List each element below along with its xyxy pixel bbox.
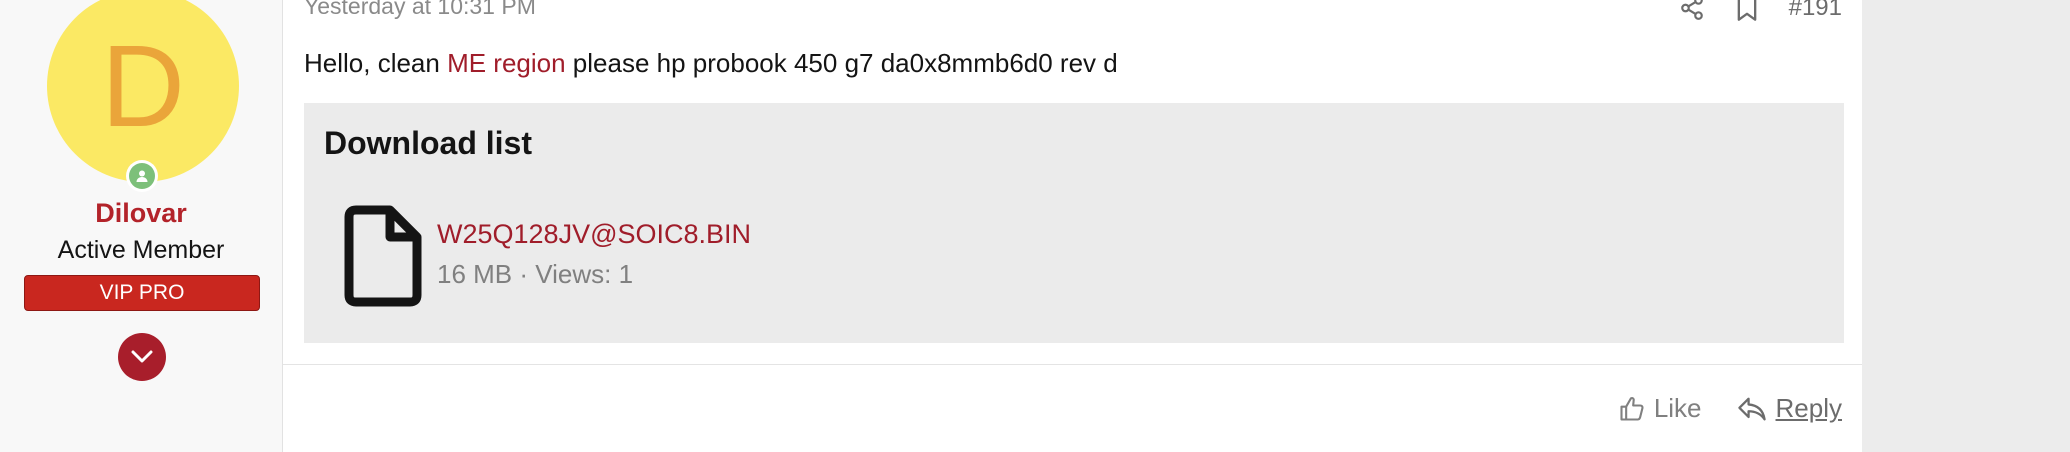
- download-list-title: Download list: [324, 125, 532, 161]
- avatar[interactable]: D: [47, 0, 239, 182]
- user-banner: VIP PRO: [24, 275, 260, 311]
- user-info-panel: D Dilovar Active Member VIP PRO: [0, 0, 283, 452]
- reply-label: Reply: [1775, 393, 1842, 423]
- message-text-end: please hp probook 450 g7 da0x8mmb6d0 rev…: [565, 48, 1118, 78]
- message-post: D Dilovar Active Member VIP PRO Yesterda…: [0, 0, 1862, 452]
- avatar-letter: D: [101, 21, 185, 151]
- reply-button[interactable]: Reply: [1736, 393, 1842, 424]
- file-name-link[interactable]: W25Q128JV@SOIC8.BIN: [437, 219, 751, 250]
- file-icon[interactable]: [344, 205, 422, 307]
- reply-icon: [1737, 397, 1766, 420]
- post-meta-actions: #191: [1679, 0, 1842, 22]
- post-date[interactable]: Yesterday at 10:31 PM: [304, 0, 536, 20]
- message-text-start: Hello, clean: [304, 48, 448, 78]
- download-list: Download list W25Q128JV@SOIC8.BIN 16 MB …: [304, 103, 1844, 343]
- thumbs-up-icon: [1620, 396, 1644, 421]
- expand-user-info-button[interactable]: [118, 333, 166, 381]
- share-icon[interactable]: [1679, 0, 1705, 21]
- post-number-link[interactable]: #191: [1789, 0, 1842, 22]
- like-label: Like: [1653, 393, 1702, 423]
- chevron-down-icon: [131, 350, 153, 363]
- message-link[interactable]: ME region: [447, 48, 566, 78]
- post-footer-actions: Like Reply: [1618, 393, 1842, 424]
- file-meta: 16 MB · Views: 1: [437, 259, 634, 289]
- online-status-icon: [126, 160, 158, 192]
- post-footer-divider: [283, 364, 1862, 365]
- user-title: Active Member: [57, 236, 225, 264]
- username-link[interactable]: Dilovar: [0, 198, 282, 229]
- post-message: Hello, clean ME region please hp probook…: [304, 48, 1118, 79]
- like-button[interactable]: Like: [1618, 393, 1702, 424]
- page-background: [1862, 0, 2070, 452]
- bookmark-icon[interactable]: [1735, 0, 1759, 22]
